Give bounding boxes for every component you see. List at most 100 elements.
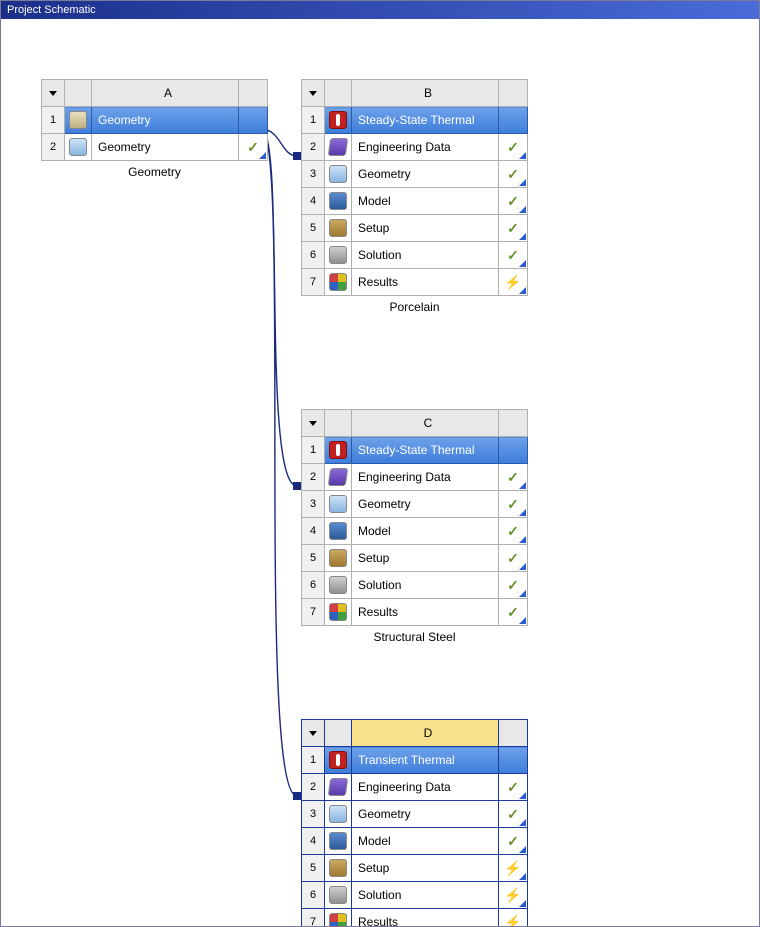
expand-icon[interactable] [519,509,526,516]
port-in-b3 [293,152,301,160]
system-row[interactable]: 3Geometry✓ [302,491,528,518]
system-header[interactable]: D [302,720,528,747]
dropdown-icon[interactable] [309,731,317,736]
row-number: 7 [302,909,325,927]
check-icon: ✓ [247,139,259,155]
system-row[interactable]: 7Results⚡ [302,909,528,927]
dropdown-icon[interactable] [309,421,317,426]
check-icon: ✓ [507,833,519,849]
row-label: Results [352,599,499,626]
row-label: Setup [352,545,499,572]
geom2-icon [329,165,347,183]
row-label: Model [352,828,499,855]
row-number: 3 [302,491,325,518]
expand-icon[interactable] [519,792,526,799]
geom2-icon [329,495,347,513]
expand-icon[interactable] [519,152,526,159]
system-letter: B [352,80,499,107]
dropdown-icon[interactable] [309,91,317,96]
row-label: Steady-State Thermal [352,107,499,134]
system-row[interactable]: 5 Setup ✓ [302,545,528,572]
data-icon [328,468,349,486]
expand-icon[interactable] [519,563,526,570]
system-row[interactable]: 2 Geometry ✓ [42,134,268,161]
system-a[interactable]: A 1 Geometry 2 Geometry ✓ Geometry [41,79,268,179]
row-label: Steady-State Thermal [352,437,499,464]
system-row[interactable]: 2Engineering Data✓ [302,774,528,801]
system-c[interactable]: C1Steady-State Thermal2 Engineering Data ✓… [301,409,528,644]
system-row[interactable]: 1Steady-State Thermal [302,437,528,464]
expand-icon[interactable] [519,233,526,240]
geometry-icon [69,111,87,129]
system-row[interactable]: 2Engineering Data✓ [302,134,528,161]
row-number: 3 [302,801,325,828]
res-icon [329,913,347,927]
row-label: Engineering Data [352,464,499,491]
check-icon: ✓ [507,550,519,566]
expand-icon[interactable] [519,846,526,853]
expand-icon[interactable] [519,206,526,213]
system-row[interactable]: 1 Geometry [42,107,268,134]
expand-icon[interactable] [519,287,526,294]
system-row[interactable]: 6Solution⚡ [302,882,528,909]
system-row[interactable]: 4Model✓ [302,828,528,855]
expand-icon[interactable] [519,536,526,543]
system-row[interactable]: 2Engineering Data✓ [302,464,528,491]
expand-icon[interactable] [519,590,526,597]
row-label: Results [352,909,499,927]
system-row[interactable]: 6 Solution ✓ [302,242,528,269]
sol-icon [329,576,347,594]
system-row[interactable]: 1Steady-State Thermal [302,107,528,134]
row-number: 4 [302,188,325,215]
expand-icon[interactable] [519,260,526,267]
setup-icon [329,549,347,567]
dropdown-icon[interactable] [49,91,57,96]
expand-icon[interactable] [519,873,526,880]
row-label: Solution [352,242,499,269]
check-icon: ✓ [507,220,519,236]
project-schematic-window: Project Schematic A [0,0,760,927]
row-number: 2 [302,464,325,491]
row-label: Transient Thermal [352,747,499,774]
system-caption[interactable]: Geometry [41,165,268,179]
system-header[interactable]: A [42,80,268,107]
check-icon: ✓ [507,496,519,512]
system-row[interactable]: 4Model✓ [302,518,528,545]
system-row[interactable]: 5Setup✓ [302,215,528,242]
expand-icon[interactable] [519,482,526,489]
system-row[interactable]: 7Results✓ [302,599,528,626]
row-number: 5 [302,545,325,572]
expand-icon[interactable] [519,179,526,186]
setup-icon [329,859,347,877]
system-caption[interactable]: Structural Steel [301,630,528,644]
system-row[interactable]: 5Setup⚡ [302,855,528,882]
row-number: 6 [302,242,325,269]
system-row[interactable]: 7Results⚡ [302,269,528,296]
row-label: Solution [352,882,499,909]
row-label: Model [352,188,499,215]
expand-icon[interactable] [519,617,526,624]
system-letter: A [92,80,239,107]
system-b[interactable]: B1Steady-State Thermal2Engineering Data✓… [301,79,528,314]
system-caption[interactable]: Porcelain [301,300,528,314]
data-icon [328,138,349,156]
system-d[interactable]: D1Transient Thermal2Engineering Data✓3Ge… [301,719,528,927]
row-number: 2 [42,134,65,161]
system-header[interactable]: C [302,410,528,437]
system-row[interactable]: 3Geometry✓ [302,161,528,188]
system-row[interactable]: 6Solution✓ [302,572,528,599]
schematic-canvas[interactable]: A 1 Geometry 2 Geometry ✓ Geometry [1,19,759,926]
expand-icon[interactable] [259,152,266,159]
system-row[interactable]: 4Model✓ [302,188,528,215]
expand-icon[interactable] [519,819,526,826]
system-row[interactable]: 3Geometry✓ [302,801,528,828]
check-icon: ✓ [507,247,519,263]
therm-icon [329,441,347,459]
system-letter: C [352,410,499,437]
system-header[interactable]: B [302,80,528,107]
expand-icon[interactable] [519,900,526,907]
check-icon: ✓ [507,806,519,822]
row-number: 2 [302,774,325,801]
check-icon: ✓ [507,604,519,620]
system-row[interactable]: 1Transient Thermal [302,747,528,774]
